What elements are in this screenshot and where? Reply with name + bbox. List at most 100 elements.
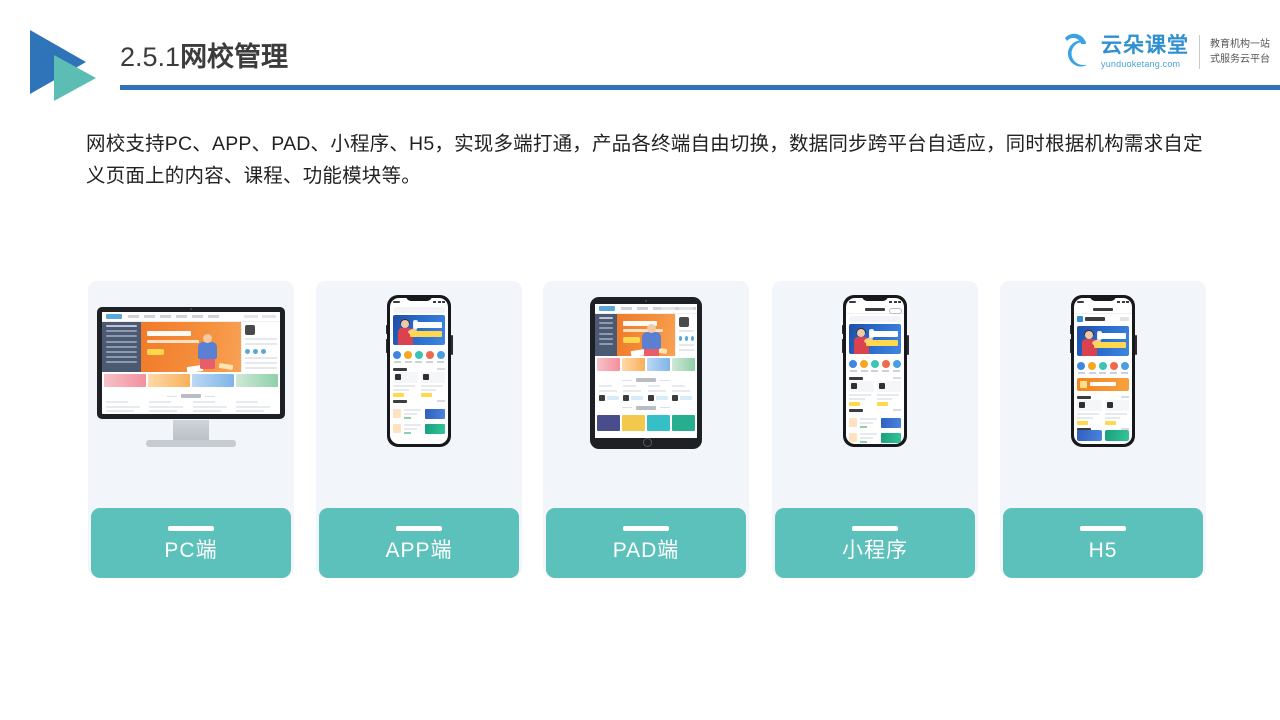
phone-notch: [406, 295, 432, 301]
bottom-banner-right[interactable]: [1104, 430, 1129, 441]
device-illustration-miniprogram: [772, 281, 978, 491]
hero-banner: [849, 324, 901, 354]
intro-paragraph: 网校支持PC、APP、PAD、小程序、H5，实现多端打通，产品各终端自由切换，数…: [86, 133, 1203, 187]
website-section-heading: [102, 389, 280, 401]
website-nav-right: [661, 307, 693, 310]
hero-banner: [1077, 326, 1129, 356]
website-right-rail: [240, 322, 280, 372]
website-sidebar: [595, 314, 618, 356]
site-brand-bar: [1074, 314, 1132, 324]
course-card-pair[interactable]: [1074, 399, 1132, 425]
course-card-pair[interactable]: [846, 380, 904, 406]
device-illustration-desktop: [88, 281, 294, 491]
device-label-pill-app[interactable]: APP端: [319, 508, 519, 578]
device-label-pill-h5[interactable]: H5: [1003, 508, 1203, 578]
device-card-miniprogram[interactable]: 小程序: [772, 281, 978, 578]
miniprogram-title-bar: [846, 305, 904, 314]
avatar: [678, 317, 689, 327]
device-card-pc[interactable]: PC端: [88, 281, 294, 578]
device-illustration-h5: [1000, 281, 1206, 491]
website-sidebar: [102, 322, 142, 372]
monitor-screen: [102, 312, 280, 414]
phone-notch: [862, 295, 888, 301]
brand-domain: yunduoketang.com: [1101, 58, 1181, 69]
website-course-cards: [595, 385, 697, 401]
monitor-stand-base: [146, 440, 236, 447]
brand-divider: [1199, 35, 1200, 69]
monitor-stand-neck: [173, 420, 209, 442]
tablet-screen: [595, 304, 697, 438]
device-card-app[interactable]: APP端: [316, 281, 522, 578]
device-label-text: APP端: [385, 538, 453, 562]
category-icons[interactable]: [390, 347, 448, 365]
promo-banner[interactable]: [1077, 377, 1129, 391]
website-hero: [595, 314, 697, 356]
website-section-heading-2: [595, 401, 697, 413]
website-nav: [128, 315, 219, 318]
device-illustration-app: [316, 281, 522, 491]
phone-screen: [390, 298, 448, 444]
course-card-pair[interactable]: [390, 371, 448, 397]
course-tile-grid-1[interactable]: [595, 413, 697, 433]
brand-words: 云朵课堂 yunduoketang.com: [1101, 34, 1189, 69]
hero-banner: [393, 315, 445, 345]
page-title-number: 2.5.1: [120, 42, 181, 72]
website-logo: [599, 306, 615, 311]
brand-tagline-line2: 式服务云平台: [1210, 54, 1270, 65]
website-mockup: [102, 312, 280, 414]
search-bar[interactable]: [393, 307, 445, 313]
website-hero-banner: [617, 314, 675, 356]
device-label-text: PAD端: [612, 538, 680, 562]
pill-accent-bar: [623, 525, 669, 531]
website-topbar: [595, 304, 697, 314]
smartphone-icon: [385, 295, 453, 447]
bottom-banner-pair[interactable]: [1077, 430, 1129, 441]
device-label-pill-pad[interactable]: PAD端: [546, 508, 746, 578]
device-card-h5[interactable]: H5: [1000, 281, 1206, 578]
page-title-text: 网校管理: [180, 42, 289, 72]
brand-tagline: 教育机构一站 式服务云平台: [1210, 37, 1272, 67]
course-list[interactable]: [390, 404, 448, 436]
promo-text: [1090, 381, 1116, 386]
search-bar[interactable]: [849, 316, 901, 322]
website-course-cards: [102, 401, 280, 414]
smartphone-icon: [1069, 295, 1137, 447]
category-icons[interactable]: [846, 356, 904, 374]
category-icons[interactable]: [1074, 358, 1132, 376]
course-list[interactable]: [846, 413, 904, 445]
pill-accent-bar: [168, 525, 214, 531]
website-promo-strips: [595, 356, 697, 373]
device-label-pill-pc[interactable]: PC端: [91, 508, 291, 578]
page-title: 2.5.1网校管理: [120, 44, 288, 71]
device-label-pill-miniprogram[interactable]: 小程序: [775, 508, 975, 578]
site-login-button[interactable]: [1120, 317, 1129, 321]
site-logo-icon: [1077, 316, 1083, 322]
website-hero: [102, 322, 280, 372]
tablet-home-button[interactable]: [642, 438, 652, 447]
double-triangle-play-icon: [30, 30, 110, 102]
device-card-row: PC端 APP端 PAD端 小程序 H5: [0, 281, 1280, 578]
miniprogram-capsule-button[interactable]: [889, 307, 902, 314]
website-mockup-tablet: [595, 304, 697, 438]
device-illustration-tablet: [543, 281, 749, 491]
promo-badge: [1080, 380, 1087, 388]
hero-illustration: [186, 332, 234, 372]
brand-tagline-line1: 教育机构一站: [1210, 39, 1270, 50]
page-header: 2.5.1网校管理 云朵课堂 yunduoketang.com 教育机构一站 式…: [0, 0, 1280, 110]
section-header-recommended: [390, 397, 448, 404]
monitor-bezel: [97, 307, 285, 419]
section-header: [390, 365, 448, 372]
device-card-pad[interactable]: PAD端: [543, 281, 749, 578]
site-name: [1085, 317, 1105, 321]
bottom-banner-left[interactable]: [1077, 430, 1102, 441]
brand-name: 云朵课堂: [1101, 34, 1189, 58]
avatar: [244, 325, 255, 335]
device-label-text: PC端: [164, 538, 218, 562]
title-underline-rule: [120, 85, 1280, 90]
tablet-icon: [590, 297, 702, 449]
smartphone-icon: [841, 295, 909, 447]
browser-page-title: [1093, 307, 1113, 311]
pill-accent-bar: [852, 525, 898, 531]
phone-screen: [846, 298, 904, 444]
desktop-monitor-icon: [97, 307, 285, 447]
